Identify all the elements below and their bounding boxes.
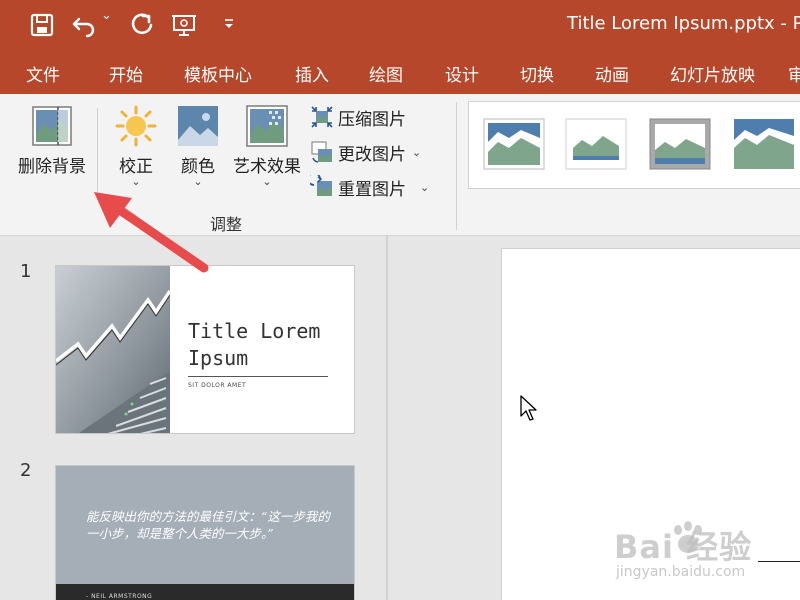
corrections-label: 校正 bbox=[119, 157, 153, 177]
picture-style-3[interactable] bbox=[649, 118, 711, 170]
paw-icon bbox=[674, 521, 702, 553]
slide-number: 1 bbox=[20, 261, 32, 282]
ribbon-tabs: 文件 开始 模板中心 插入 绘图 设计 切换 动画 幻灯片放映 审 bbox=[0, 52, 800, 94]
baidu-watermark: Bai 经验 jingyan.baidu.com bbox=[612, 520, 792, 590]
ribbon-divider bbox=[97, 108, 98, 198]
artistic-effects-icon bbox=[246, 105, 288, 147]
change-picture-icon bbox=[311, 141, 332, 163]
tab-slideshow[interactable]: 幻灯片放映 bbox=[670, 61, 755, 86]
tab-review[interactable]: 审 bbox=[788, 61, 800, 86]
picture-styles-gallery bbox=[468, 101, 800, 189]
artistic-effects-label: 艺术效果 bbox=[233, 157, 301, 177]
sun-icon bbox=[115, 105, 157, 147]
redo-icon[interactable] bbox=[127, 10, 157, 40]
compress-pictures-button[interactable]: 压缩图片 bbox=[310, 102, 406, 132]
tab-transitions[interactable]: 切换 bbox=[520, 61, 554, 86]
mouse-cursor-icon bbox=[520, 395, 537, 421]
customize-icon[interactable] bbox=[220, 10, 250, 40]
remove-background-button[interactable]: 删除背景 bbox=[14, 104, 90, 177]
compress-icon bbox=[311, 106, 333, 128]
tab-animations[interactable]: 动画 bbox=[595, 61, 629, 86]
reset-picture-label: 重置图片 bbox=[338, 179, 406, 200]
save-icon[interactable] bbox=[27, 10, 57, 40]
slide-thumbnail-pane[interactable]: 1 Title Lorem Ipsum SIT DOLOR AMET 2 能反映… bbox=[0, 236, 386, 600]
chevron-down-icon: ⌄ bbox=[131, 175, 141, 188]
slide2-author: - NEIL ARMSTRONG bbox=[86, 593, 153, 600]
tab-draw[interactable]: 绘图 bbox=[369, 61, 403, 86]
present-icon[interactable] bbox=[170, 10, 200, 40]
color-picture-icon bbox=[178, 106, 218, 146]
reset-picture-button[interactable]: 重置图片 ⌄ bbox=[310, 172, 429, 202]
chevron-down-icon: ⌄ bbox=[412, 145, 422, 159]
change-picture-button[interactable]: 更改图片 ⌄ bbox=[310, 137, 421, 167]
remove-background-icon bbox=[32, 106, 72, 146]
slide-thumbnail-1[interactable]: Title Lorem Ipsum SIT DOLOR AMET bbox=[55, 265, 355, 434]
artistic-effects-button[interactable]: 艺术效果 ⌄ bbox=[228, 104, 306, 188]
change-picture-label: 更改图片 bbox=[338, 144, 406, 165]
picture-style-1[interactable] bbox=[483, 118, 545, 170]
color-button[interactable]: 颜色 ⌄ bbox=[174, 104, 222, 188]
window-title: Title Lorem Ipsum.pptx - P bbox=[567, 13, 800, 34]
undo-dropdown-icon[interactable]: ⌄ bbox=[101, 8, 115, 38]
compress-pictures-label: 压缩图片 bbox=[338, 109, 406, 130]
slide-number: 2 bbox=[20, 460, 32, 481]
slide2-quote: 能反映出你的方法的最佳引文：“这一步我的一小步，却是整个人类的一大步。” bbox=[86, 509, 330, 541]
tab-templates[interactable]: 模板中心 bbox=[184, 61, 252, 86]
title-bar: ⌄ Title Lorem Ipsum.pptx - P bbox=[0, 0, 800, 52]
slide1-title: Title Lorem Ipsum bbox=[188, 319, 321, 370]
color-label: 颜色 bbox=[181, 157, 215, 177]
slide1-underline bbox=[188, 376, 328, 377]
chevron-down-icon: ⌄ bbox=[420, 180, 430, 194]
watermark-url: jingyan.baidu.com bbox=[616, 564, 746, 580]
picture-style-4[interactable] bbox=[733, 118, 795, 170]
slide-thumbnail-2[interactable]: 能反映出你的方法的最佳引文：“这一步我的一小步，却是整个人类的一大步。” - N… bbox=[55, 465, 355, 600]
slide1-photo bbox=[56, 266, 170, 433]
ribbon-divider bbox=[456, 102, 457, 230]
undo-icon[interactable] bbox=[70, 10, 100, 40]
annotation-arrow-icon bbox=[94, 192, 209, 273]
corrections-button[interactable]: 校正 ⌄ bbox=[110, 104, 162, 188]
slide1-subtitle: SIT DOLOR AMET bbox=[188, 382, 247, 389]
tab-design[interactable]: 设计 bbox=[445, 61, 479, 86]
picture-style-2[interactable] bbox=[565, 118, 627, 170]
tab-file[interactable]: 文件 bbox=[26, 61, 60, 86]
tab-insert[interactable]: 插入 bbox=[295, 61, 329, 86]
tab-home[interactable]: 开始 bbox=[109, 61, 143, 86]
reset-picture-icon bbox=[310, 175, 332, 196]
remove-background-label: 删除背景 bbox=[18, 157, 86, 177]
